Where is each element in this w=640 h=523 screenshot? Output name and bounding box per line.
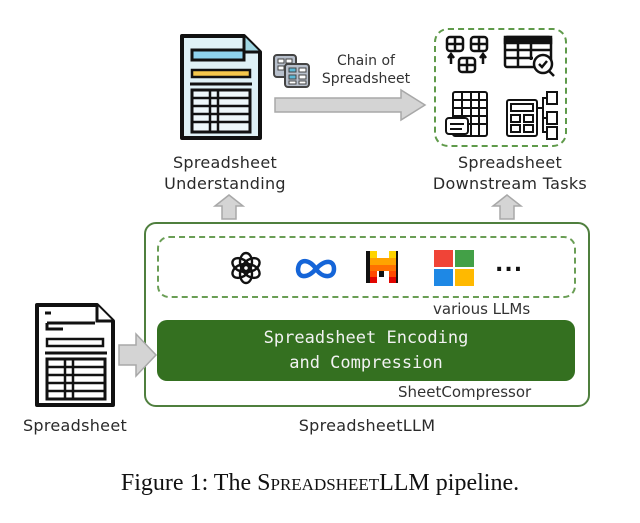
chain-arrow [274,88,427,122]
up-arrow-downstream [490,194,524,220]
input-spreadsheet-icon [35,303,115,407]
input-spreadsheet-label: Spreadsheet [22,416,128,435]
microsoft-icon [434,250,474,286]
table-merge-icon [445,35,489,74]
chain-of-spreadsheet-icon [273,54,310,88]
chain-label-line1: Chain of [337,53,395,69]
chain-label-line2: Spreadsheet [321,71,411,87]
caption-preadsheet: preadsheet [270,470,380,496]
form-extraction-icon [506,91,558,140]
openai-icon [231,251,261,285]
encoding-compression-bar: Spreadsheet Encoding and Compression [157,320,575,381]
table-search-icon [503,35,555,77]
caption-s: S [257,470,271,496]
meta-icon [295,258,337,279]
table-note-icon [445,91,488,137]
understanding-label: Spreadsheet Understanding [160,152,290,194]
up-arrow-understanding [212,194,246,220]
understanding-label-line1: Spreadsheet [172,153,278,172]
spreadsheetllm-label: SpreadsheetLLM [298,416,436,435]
caption-suffix: pipeline. [429,470,520,496]
downstream-label: Spreadsheet Downstream Tasks [420,152,600,194]
figure-caption: Figure 1: The SpreadsheetLLM pipeline. [0,470,640,497]
caption-llm: LLM [379,470,430,496]
encoding-line1: Spreadsheet Encoding [263,328,469,348]
chain-label: Chain of Spreadsheet [316,52,416,88]
mistral-icon [366,251,398,283]
sheetcompressor-label: SheetCompressor [398,383,532,401]
ellipsis-icon: ... [495,252,524,277]
various-llms-label: various LLMs [433,300,531,318]
downstream-label-line1: Spreadsheet [457,153,563,172]
understanding-label-line2: Understanding [164,174,286,193]
downstream-tasks-icons [445,35,558,140]
input-arrow [118,332,158,378]
spreadsheet-understanding-icon [180,34,262,140]
caption-prefix: Figure 1: The [120,470,258,496]
encoding-line2: and Compression [289,353,443,373]
downstream-label-line2: Downstream Tasks [432,174,588,193]
